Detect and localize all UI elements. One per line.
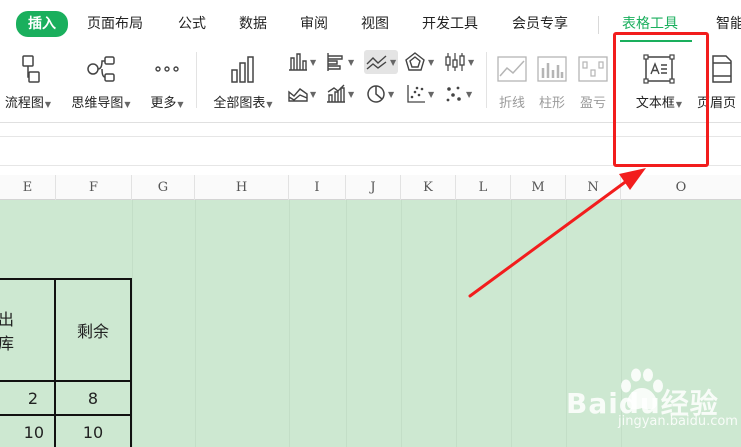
watermark: Baidu经验 jingyan.baidu.com (566, 366, 738, 442)
watermark-url: jingyan.baidu.com (618, 414, 738, 429)
